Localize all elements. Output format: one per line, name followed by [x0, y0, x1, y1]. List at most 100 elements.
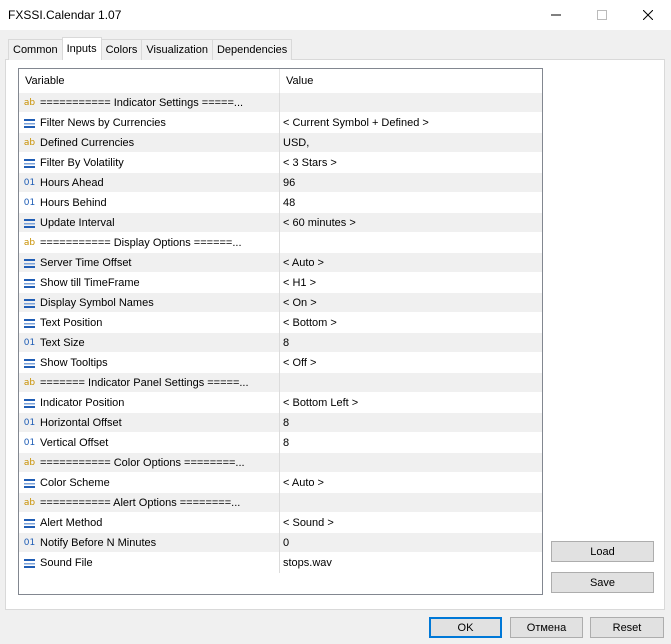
- enum-icon: [23, 317, 36, 330]
- string-icon: ab: [23, 498, 36, 508]
- table-row[interactable]: Filter News by Currencies < Current Symbo…: [19, 113, 542, 133]
- variable-cell[interactable]: Display Symbol Names: [19, 293, 280, 313]
- value-cell[interactable]: 48: [280, 193, 542, 213]
- variable-cell[interactable]: 01 Notify Before N Minutes: [19, 533, 280, 553]
- variable-cell[interactable]: Show Tooltips: [19, 353, 280, 373]
- value-cell[interactable]: stops.wav: [280, 553, 542, 573]
- value-cell[interactable]: < H1 >: [280, 273, 542, 293]
- value-cell[interactable]: < Bottom Left >: [280, 393, 542, 413]
- variable-cell[interactable]: Color Scheme: [19, 473, 280, 493]
- value-cell[interactable]: 96: [280, 173, 542, 193]
- string-icon: ab: [23, 458, 36, 468]
- variable-label: Filter By Volatility: [40, 157, 124, 169]
- table-row[interactable]: 01 Notify Before N Minutes 0: [19, 533, 542, 553]
- variable-label: Display Symbol Names: [40, 297, 154, 309]
- table-row[interactable]: ab =========== Indicator Settings =====..…: [19, 93, 542, 113]
- value-cell[interactable]: 8: [280, 433, 542, 453]
- table-row[interactable]: 01 Hours Ahead 96: [19, 173, 542, 193]
- value-cell[interactable]: [280, 373, 542, 393]
- value-cell[interactable]: < 3 Stars >: [280, 153, 542, 173]
- table-row[interactable]: 01 Horizontal Offset 8: [19, 413, 542, 433]
- variable-cell[interactable]: ab =========== Indicator Settings =====..…: [19, 93, 280, 113]
- value-cell[interactable]: [280, 493, 542, 513]
- table-row[interactable]: ab Defined Currencies USD,: [19, 133, 542, 153]
- table-row[interactable]: ab =========== Display Options ======...: [19, 233, 542, 253]
- value-cell[interactable]: [280, 233, 542, 253]
- variable-cell[interactable]: 01 Hours Behind: [19, 193, 280, 213]
- table-row[interactable]: Indicator Position < Bottom Left >: [19, 393, 542, 413]
- variable-cell[interactable]: Sound File: [19, 553, 280, 573]
- value-cell[interactable]: < Off >: [280, 353, 542, 373]
- variable-cell[interactable]: Update Interval: [19, 213, 280, 233]
- variable-cell[interactable]: ab =========== Alert Options ========...: [19, 493, 280, 513]
- column-header-variable[interactable]: Variable: [19, 69, 280, 93]
- table-row[interactable]: Sound File stops.wav: [19, 553, 542, 573]
- ok-button[interactable]: OK: [429, 617, 502, 638]
- value-cell[interactable]: USD,: [280, 133, 542, 153]
- value-cell[interactable]: 0: [280, 533, 542, 553]
- value-cell[interactable]: < On >: [280, 293, 542, 313]
- table-row[interactable]: 01 Text Size 8: [19, 333, 542, 353]
- value-cell[interactable]: [280, 93, 542, 113]
- table-row[interactable]: Show till TimeFrame < H1 >: [19, 273, 542, 293]
- tab-visualization[interactable]: Visualization: [141, 39, 213, 60]
- enum-icon: [23, 297, 36, 310]
- tab-strip: Common Inputs Colors Visualization Dependenc…: [8, 37, 293, 60]
- value-cell[interactable]: 8: [280, 333, 542, 353]
- variable-cell[interactable]: Indicator Position: [19, 393, 280, 413]
- minimize-button[interactable]: [533, 0, 579, 30]
- table-row[interactable]: Show Tooltips < Off >: [19, 353, 542, 373]
- table-row[interactable]: Filter By Volatility < 3 Stars >: [19, 153, 542, 173]
- value-cell[interactable]: < Current Symbol + Defined >: [280, 113, 542, 133]
- variable-cell[interactable]: Text Position: [19, 313, 280, 333]
- table-row[interactable]: 01 Hours Behind 48: [19, 193, 542, 213]
- load-button[interactable]: Load: [551, 541, 654, 562]
- variable-cell[interactable]: Alert Method: [19, 513, 280, 533]
- variable-cell[interactable]: Filter By Volatility: [19, 153, 280, 173]
- variable-cell[interactable]: 01 Hours Ahead: [19, 173, 280, 193]
- table-row[interactable]: Server Time Offset < Auto >: [19, 253, 542, 273]
- grid-rows: ab =========== Indicator Settings =====..…: [19, 93, 542, 573]
- maximize-icon: [597, 10, 607, 20]
- tab-dependencies[interactable]: Dependencies: [211, 39, 293, 60]
- tab-colors[interactable]: Colors: [100, 39, 143, 60]
- enum-icon: [23, 557, 36, 570]
- table-row[interactable]: Display Symbol Names < On >: [19, 293, 542, 313]
- value-cell[interactable]: < Sound >: [280, 513, 542, 533]
- table-row[interactable]: 01 Vertical Offset 8: [19, 433, 542, 453]
- variable-cell[interactable]: ab =========== Color Options ========...: [19, 453, 280, 473]
- variable-cell[interactable]: ab Defined Currencies: [19, 133, 280, 153]
- enum-icon: [23, 117, 36, 130]
- variable-cell[interactable]: 01 Horizontal Offset: [19, 413, 280, 433]
- value-cell[interactable]: [280, 453, 542, 473]
- value-cell[interactable]: < Auto >: [280, 253, 542, 273]
- table-row[interactable]: ab ======= Indicator Panel Settings =====…: [19, 373, 542, 393]
- variable-cell[interactable]: Filter News by Currencies: [19, 113, 280, 133]
- maximize-button[interactable]: [579, 0, 625, 30]
- value-cell[interactable]: < Auto >: [280, 473, 542, 493]
- variable-cell[interactable]: Server Time Offset: [19, 253, 280, 273]
- table-row[interactable]: ab =========== Alert Options ========...: [19, 493, 542, 513]
- value-cell[interactable]: < 60 minutes >: [280, 213, 542, 233]
- value-cell[interactable]: < Bottom >: [280, 313, 542, 333]
- table-row[interactable]: Color Scheme < Auto >: [19, 473, 542, 493]
- table-row[interactable]: Alert Method < Sound >: [19, 513, 542, 533]
- variable-cell[interactable]: ab ======= Indicator Panel Settings =====…: [19, 373, 280, 393]
- table-row[interactable]: ab =========== Color Options ========...: [19, 453, 542, 473]
- variable-cell[interactable]: 01 Text Size: [19, 333, 280, 353]
- value-cell[interactable]: 8: [280, 413, 542, 433]
- save-button[interactable]: Save: [551, 572, 654, 593]
- integer-icon: 01: [23, 178, 36, 188]
- reset-button[interactable]: Reset: [590, 617, 664, 638]
- variable-cell[interactable]: ab =========== Display Options ======...: [19, 233, 280, 253]
- close-button[interactable]: [625, 0, 671, 30]
- tab-common[interactable]: Common: [8, 39, 63, 60]
- variable-cell[interactable]: Show till TimeFrame: [19, 273, 280, 293]
- variable-cell[interactable]: 01 Vertical Offset: [19, 433, 280, 453]
- column-header-value[interactable]: Value: [280, 69, 542, 93]
- table-row[interactable]: Text Position < Bottom >: [19, 313, 542, 333]
- table-row[interactable]: Update Interval < 60 minutes >: [19, 213, 542, 233]
- string-icon: ab: [23, 98, 36, 108]
- cancel-button[interactable]: Отмена: [510, 617, 583, 638]
- tab-inputs[interactable]: Inputs: [61, 37, 102, 60]
